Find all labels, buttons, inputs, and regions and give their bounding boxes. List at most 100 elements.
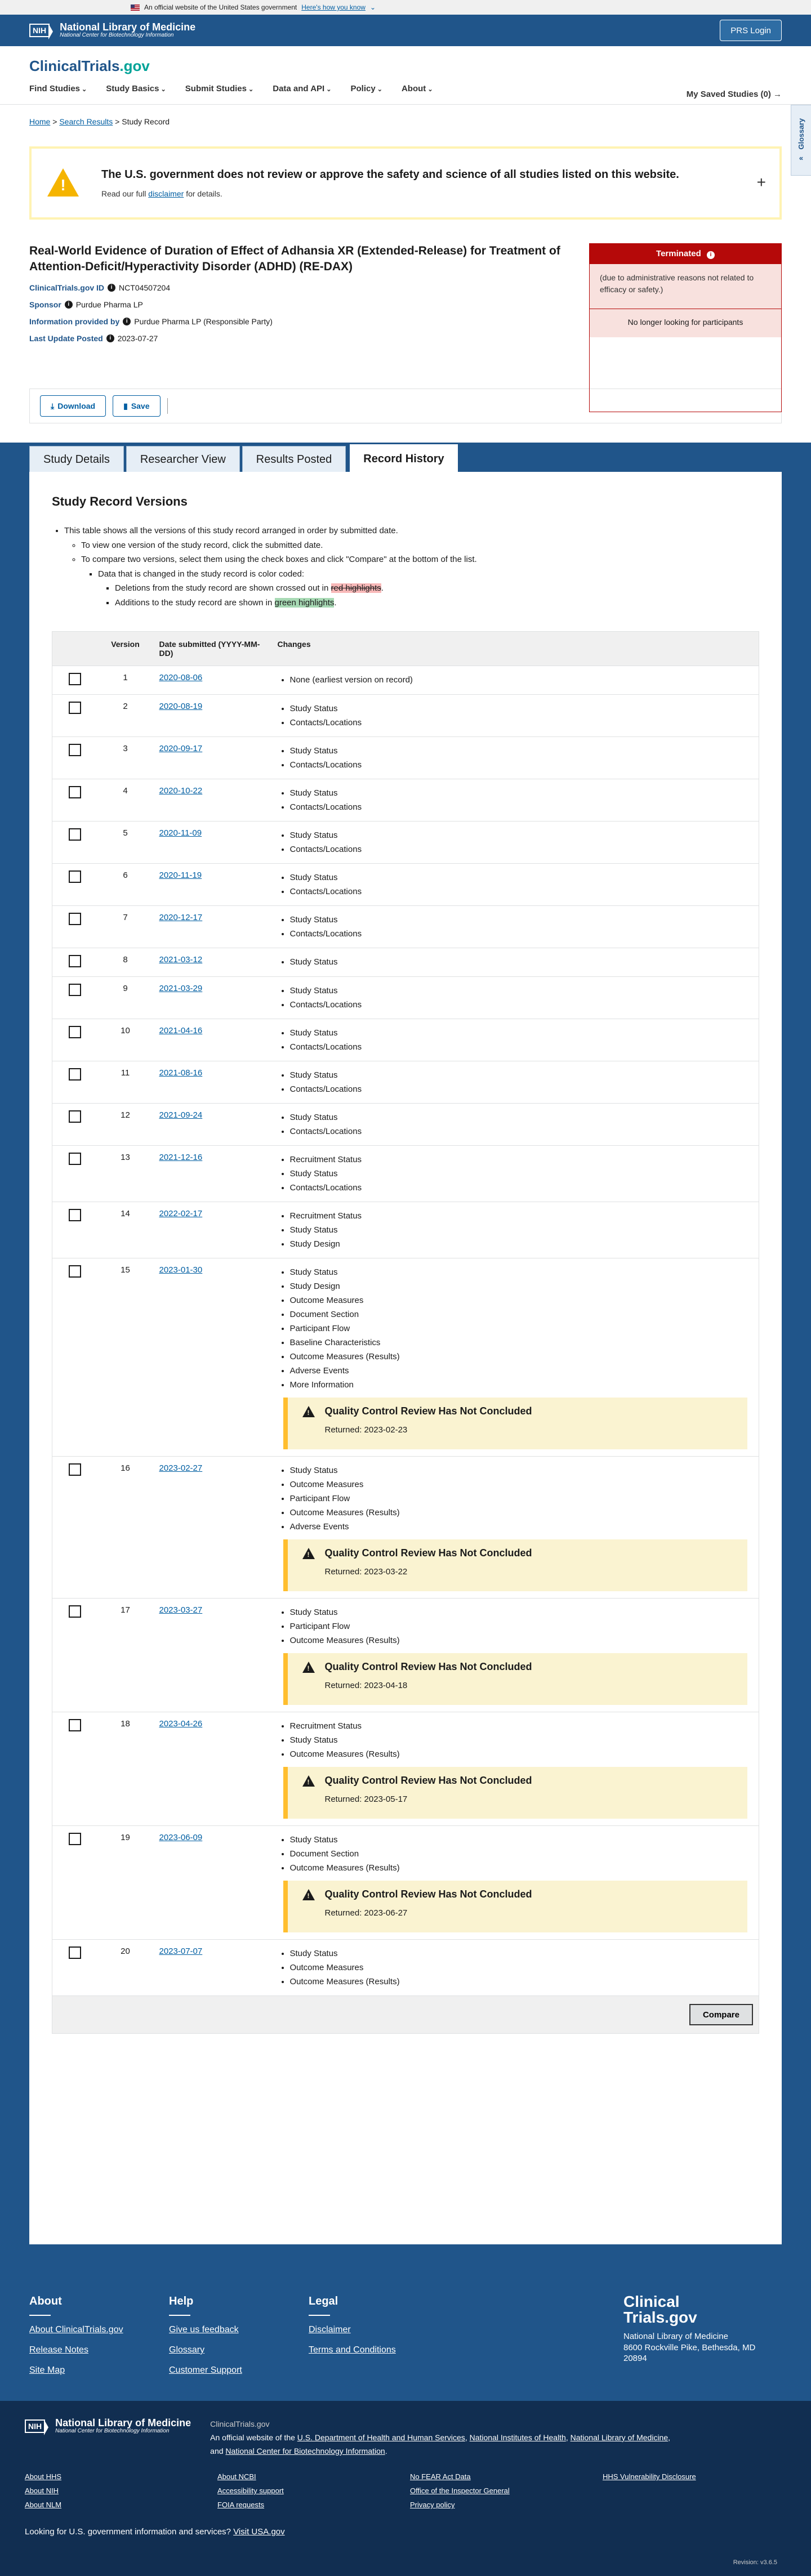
version-date-link[interactable]: 2023-02-27 bbox=[159, 1463, 203, 1473]
version-checkbox[interactable] bbox=[68, 1026, 81, 1038]
version-date-link[interactable]: 2020-11-19 bbox=[159, 870, 202, 880]
footer-link[interactable]: Give us feedback bbox=[169, 2325, 242, 2335]
tab-study-details[interactable]: Study Details bbox=[29, 446, 124, 472]
ncbi-link[interactable]: National Center for Biotechnology Inform… bbox=[225, 2446, 385, 2456]
nlm-logo[interactable]: NIH National Library of Medicine Nationa… bbox=[29, 22, 195, 39]
nlm-header: NIH National Library of Medicine Nationa… bbox=[0, 15, 811, 46]
save-button[interactable]: ▮ Save bbox=[113, 395, 161, 417]
tab-researcher-view[interactable]: Researcher View bbox=[126, 446, 240, 472]
info-icon[interactable]: i bbox=[108, 283, 116, 292]
footer-link[interactable]: Site Map bbox=[29, 2365, 123, 2376]
version-checkbox[interactable] bbox=[68, 673, 81, 685]
version-checkbox[interactable] bbox=[68, 1068, 81, 1081]
nih-link[interactable]: National Institutes of Health bbox=[470, 2433, 566, 2442]
breadcrumb-home[interactable]: Home bbox=[29, 117, 50, 126]
version-checkbox[interactable] bbox=[68, 1265, 81, 1278]
table-row: 19 2023-06-09 Study StatusDocument Section… bbox=[52, 1825, 759, 1940]
nav-submit-studies[interactable]: Submit Studies bbox=[185, 84, 253, 93]
how-you-know-link[interactable]: Here's how you know bbox=[301, 3, 366, 11]
hhs-link[interactable]: U.S. Department of Health and Human Serv… bbox=[297, 2433, 465, 2442]
version-date-link[interactable]: 2021-04-16 bbox=[159, 1026, 203, 1035]
version-checkbox[interactable] bbox=[68, 702, 81, 714]
nav-about[interactable]: About bbox=[402, 84, 433, 93]
info-icon[interactable]: i bbox=[106, 334, 114, 342]
nlm-footer-logo[interactable]: NIH National Library of Medicine Nationa… bbox=[25, 2418, 191, 2435]
version-checkbox[interactable] bbox=[68, 786, 81, 798]
version-date-link[interactable]: 2022-02-17 bbox=[159, 1209, 203, 1218]
footer-link[interactable]: Accessibility support bbox=[217, 2486, 410, 2495]
footer-link[interactable]: No FEAR Act Data bbox=[410, 2472, 603, 2481]
site-logo[interactable]: ClinicalTrials.gov bbox=[29, 57, 782, 75]
nav-data-api[interactable]: Data and API bbox=[273, 84, 331, 93]
nlm-link[interactable]: National Library of Medicine bbox=[571, 2433, 669, 2442]
info-icon[interactable]: i bbox=[706, 251, 715, 259]
footer-link[interactable]: Customer Support bbox=[169, 2365, 242, 2376]
version-checkbox[interactable] bbox=[68, 1946, 81, 1959]
version-date-link[interactable]: 2023-06-09 bbox=[159, 1833, 203, 1842]
version-date-link[interactable]: 2023-01-30 bbox=[159, 1265, 203, 1275]
version-date-link[interactable]: 2023-03-27 bbox=[159, 1605, 203, 1615]
row-select-cell bbox=[52, 779, 97, 822]
footer-link[interactable]: About ClinicalTrials.gov bbox=[29, 2325, 123, 2335]
tab-results-posted[interactable]: Results Posted bbox=[242, 446, 346, 472]
changes-cell: Study Status bbox=[271, 948, 759, 977]
footer-link[interactable]: FOIA requests bbox=[217, 2501, 410, 2509]
tab-record-history[interactable]: Record History bbox=[348, 443, 460, 472]
usagov-link[interactable]: Visit USA.gov bbox=[233, 2527, 284, 2537]
nav-study-basics[interactable]: Study Basics bbox=[106, 84, 166, 93]
download-button[interactable]: ⤓ Download bbox=[40, 395, 106, 417]
version-checkbox[interactable] bbox=[68, 744, 81, 756]
version-date-link[interactable]: 2020-08-19 bbox=[159, 702, 203, 711]
change-item: Study Status bbox=[290, 1167, 754, 1181]
footer-link[interactable]: Terms and Conditions bbox=[309, 2345, 396, 2355]
footer-link[interactable]: About NCBI bbox=[217, 2472, 410, 2481]
nav-policy[interactable]: Policy bbox=[351, 84, 382, 93]
version-date-link[interactable]: 2021-12-16 bbox=[159, 1153, 203, 1162]
info-icon[interactable]: i bbox=[64, 300, 73, 309]
version-checkbox[interactable] bbox=[68, 984, 81, 996]
footer-link[interactable]: Release Notes bbox=[29, 2345, 123, 2355]
nav-find-studies[interactable]: Find Studies bbox=[29, 84, 87, 93]
version-checkbox[interactable] bbox=[68, 955, 81, 967]
version-date-link[interactable]: 2021-08-16 bbox=[159, 1068, 203, 1078]
footer-link[interactable]: Glossary bbox=[169, 2345, 242, 2355]
version-checkbox[interactable] bbox=[68, 870, 81, 883]
version-checkbox[interactable] bbox=[68, 828, 81, 841]
footer-logo[interactable]: Clinical Trials.gov bbox=[623, 2294, 755, 2325]
version-date-link[interactable]: 2020-12-17 bbox=[159, 913, 203, 922]
version-date-link[interactable]: 2020-10-22 bbox=[159, 786, 203, 796]
version-date-link[interactable]: 2021-03-29 bbox=[159, 984, 203, 993]
saved-studies-link[interactable]: My Saved Studies (0) → bbox=[687, 90, 782, 99]
glossary-tab[interactable]: Glossary « bbox=[791, 105, 811, 176]
version-checkbox[interactable] bbox=[68, 1153, 81, 1165]
version-date-link[interactable]: 2023-07-07 bbox=[159, 1946, 203, 1956]
version-checkbox[interactable] bbox=[68, 1719, 81, 1731]
version-date-link[interactable]: 2020-08-06 bbox=[159, 673, 203, 682]
footer-link[interactable]: Disclaimer bbox=[309, 2325, 396, 2335]
footer-link[interactable]: About HHS bbox=[25, 2472, 217, 2481]
footer-link[interactable]: Privacy policy bbox=[410, 2501, 603, 2509]
footer-link[interactable]: Office of the Inspector General bbox=[410, 2486, 603, 2495]
version-date-link[interactable]: 2021-09-24 bbox=[159, 1110, 203, 1120]
footer-link[interactable]: About NLM bbox=[25, 2501, 217, 2509]
change-item: Contacts/Locations bbox=[290, 1040, 754, 1054]
info-icon[interactable]: i bbox=[123, 317, 131, 325]
version-checkbox[interactable] bbox=[68, 913, 81, 925]
version-checkbox[interactable] bbox=[68, 1463, 81, 1476]
compare-button[interactable]: Compare bbox=[689, 2004, 753, 2025]
footer-link[interactable]: About NIH bbox=[25, 2486, 217, 2495]
expand-plus-icon[interactable]: + bbox=[757, 173, 766, 191]
version-checkbox[interactable] bbox=[68, 1209, 81, 1221]
version-checkbox[interactable] bbox=[68, 1110, 81, 1123]
footer-link[interactable]: HHS Vulnerability Disclosure bbox=[603, 2472, 795, 2481]
breadcrumb-search[interactable]: Search Results bbox=[59, 117, 113, 126]
version-checkbox[interactable] bbox=[68, 1605, 81, 1618]
version-date-link[interactable]: 2021-03-12 bbox=[159, 955, 203, 965]
prs-login-button[interactable]: PRS Login bbox=[720, 20, 782, 41]
version-date-link[interactable]: 2020-09-17 bbox=[159, 744, 203, 753]
version-date-link[interactable]: 2020-11-09 bbox=[159, 828, 202, 838]
version-date-link[interactable]: 2023-04-26 bbox=[159, 1719, 203, 1729]
footer-links-grid: About HHS About NCBI No FEAR Act Data HH… bbox=[25, 2472, 786, 2509]
version-checkbox[interactable] bbox=[68, 1833, 81, 1845]
disclaimer-link[interactable]: disclaimer bbox=[148, 189, 184, 198]
